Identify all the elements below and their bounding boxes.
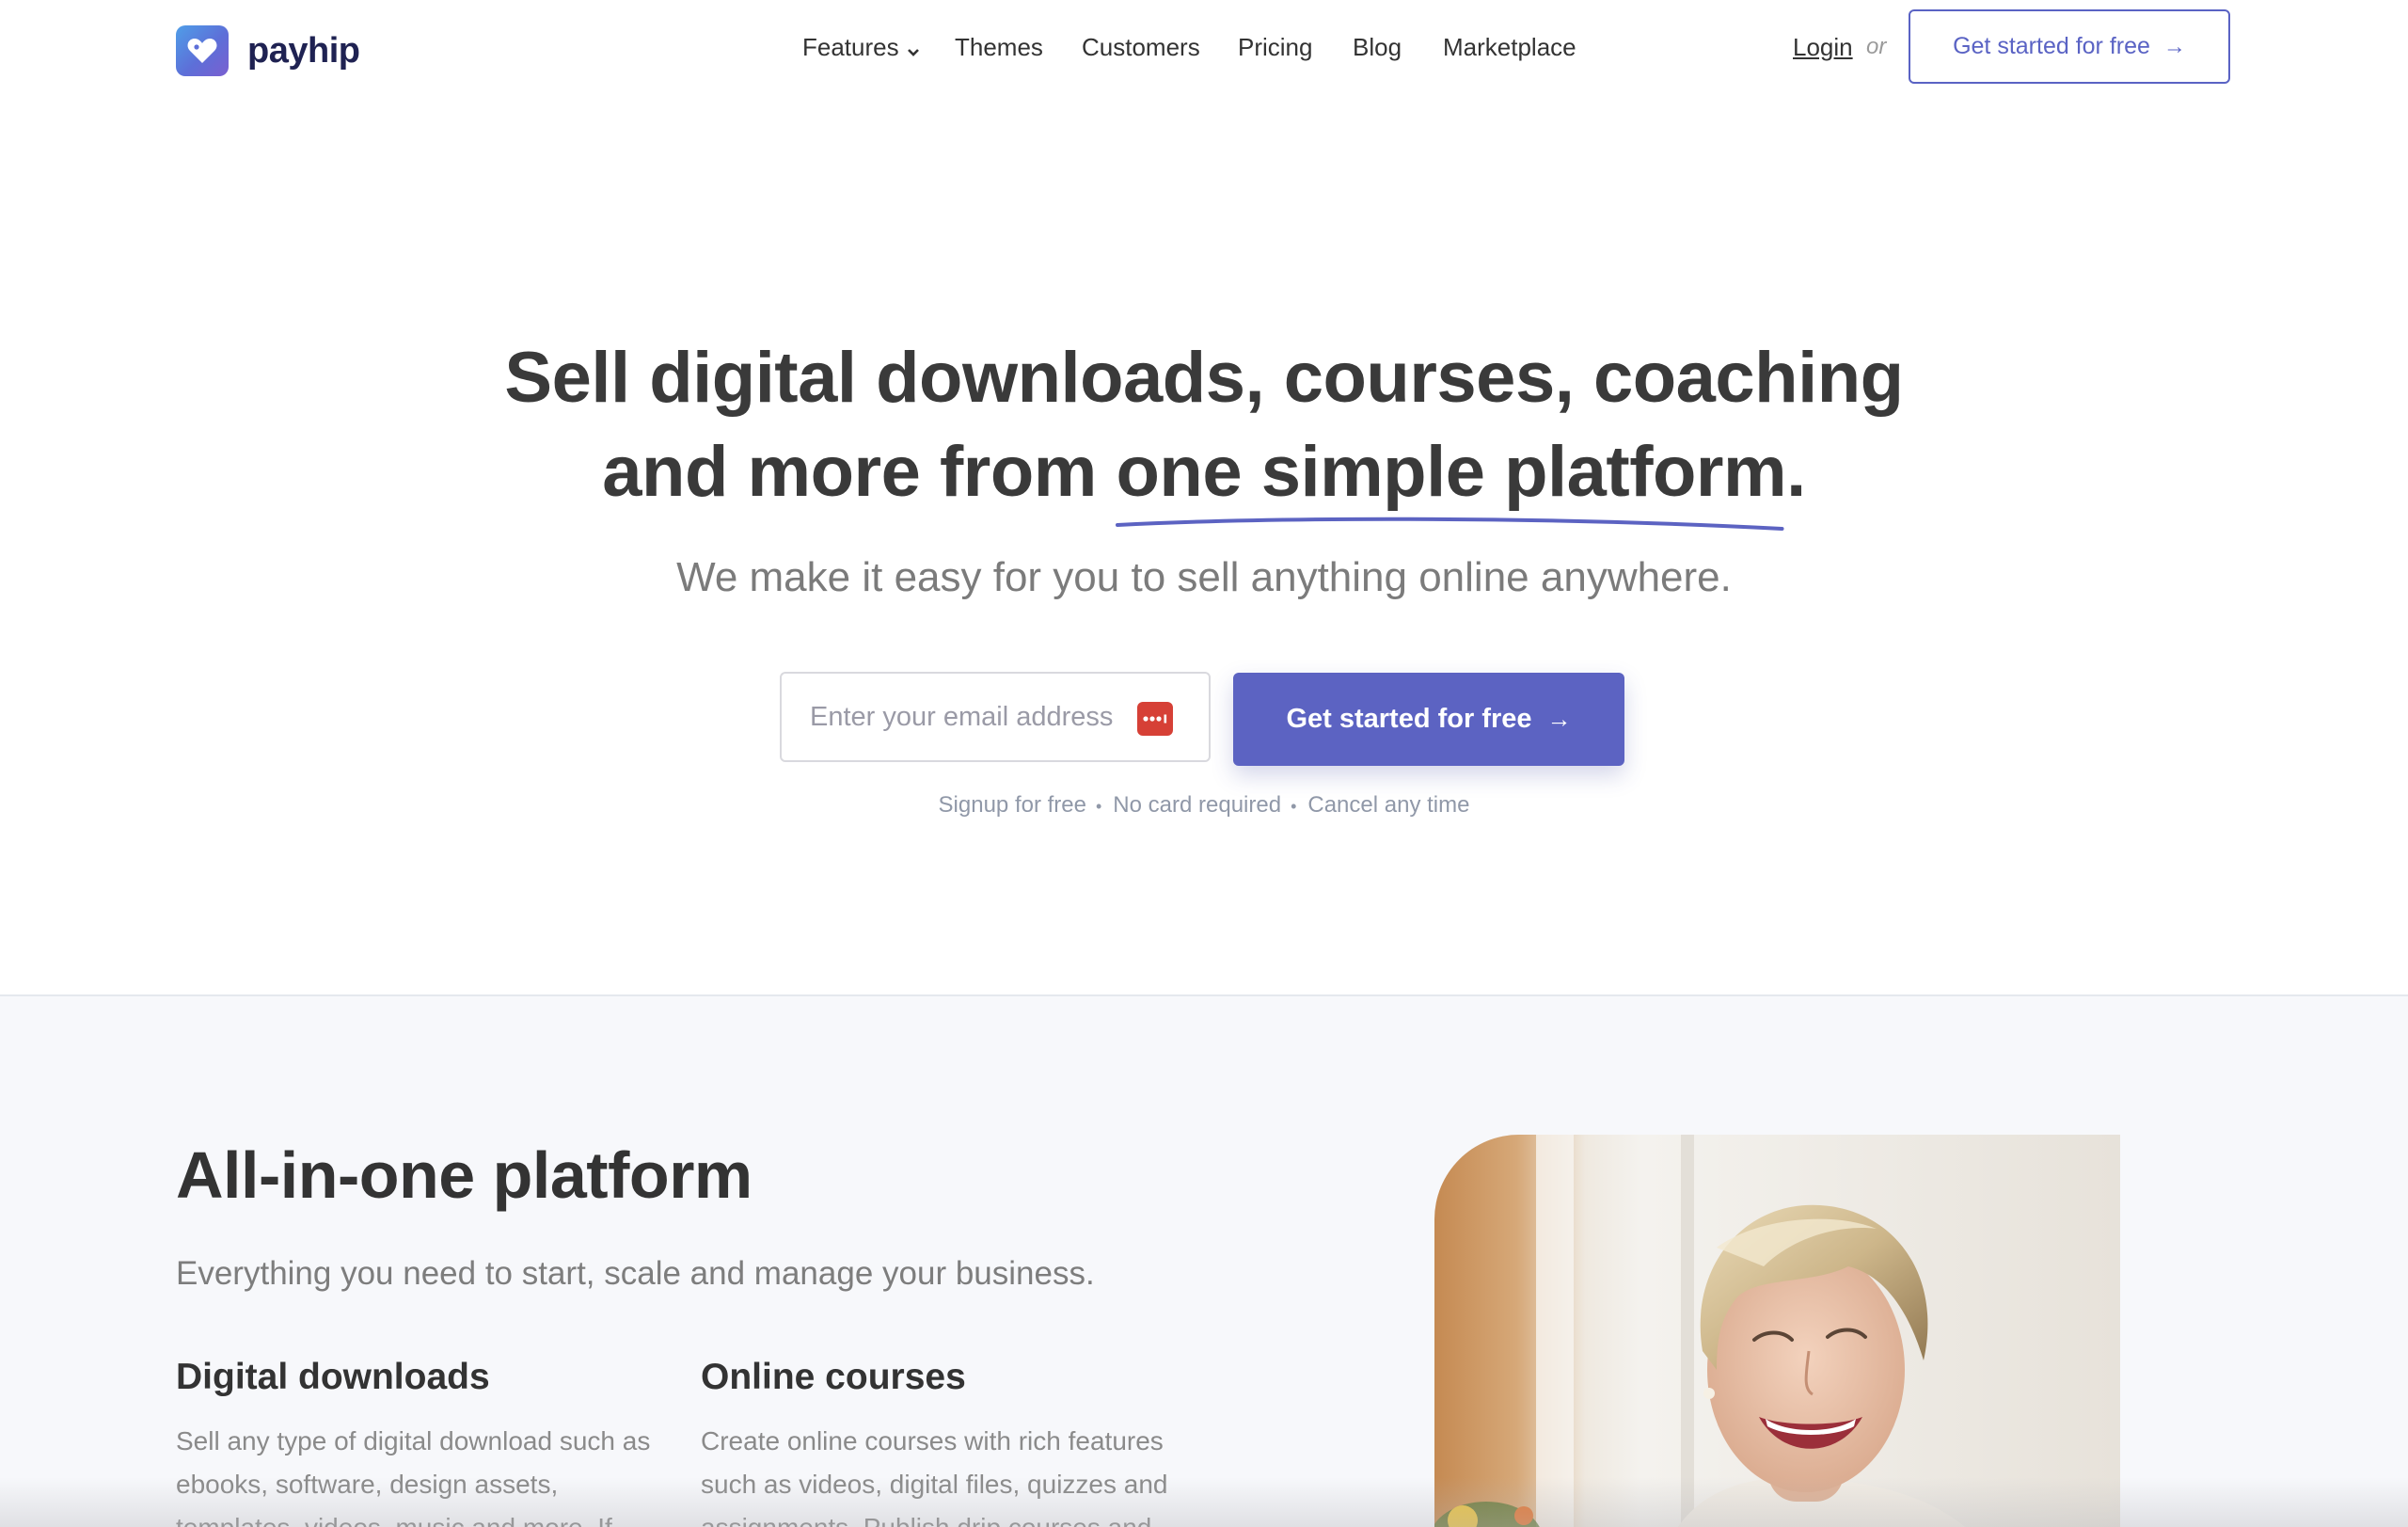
all-in-one-section: All-in-one platform Everything you need …	[0, 994, 2408, 1527]
nav-item-blog[interactable]: Blog	[1353, 31, 1402, 63]
section-title: All-in-one platform	[176, 1138, 752, 1212]
hero-title-suffix: .	[1786, 432, 1806, 512]
chevron-down-icon	[907, 33, 920, 65]
feature-description: Create online courses with rich features…	[701, 1426, 1168, 1527]
login-link[interactable]: Login	[1793, 31, 1853, 63]
benefit-free-signup: Signup for free	[938, 792, 1086, 818]
password-manager-icon[interactable]	[1137, 702, 1173, 736]
email-field-container	[780, 672, 1211, 762]
arrow-right-icon: →	[1546, 705, 1572, 733]
section-subtitle: Everything you need to start, scale and …	[176, 1255, 1095, 1292]
benefit-no-card: No card required	[1113, 792, 1282, 818]
hero-cta-label: Get started for free	[1286, 704, 1532, 734]
nav-item-label: Features	[802, 33, 899, 61]
nav-item-features[interactable]: Features	[802, 31, 920, 65]
signup-benefits: Signup for free • No card required • Cancel …	[0, 790, 2408, 821]
bullet-separator: •	[1095, 796, 1102, 816]
smiling-woman-photo	[1434, 1135, 2120, 1527]
header-get-started-button[interactable]: Get started for free →	[1909, 9, 2230, 84]
underline-swoosh	[1116, 517, 1784, 531]
nav-item-pricing[interactable]: Pricing	[1238, 31, 1312, 63]
hero-title: Sell digital downloads, courses, coachin…	[0, 331, 2408, 531]
hero-subtitle: We make it easy for you to sell anything…	[676, 554, 1732, 600]
hero-title-highlight-text: one simple platform	[1116, 432, 1787, 512]
bullet-separator: •	[1291, 796, 1297, 816]
site-header: payhip Features Themes Customers Pricing…	[0, 0, 2408, 94]
hero-get-started-button[interactable]: Get started for free →	[1233, 673, 1624, 766]
header-cta-label: Get started for free	[1953, 33, 2150, 59]
hero-title-highlight: one simple platform	[1116, 425, 1787, 531]
hero-title-prefix: and more from	[602, 432, 1117, 512]
feature-digital-downloads: Digital downloads Sell any type of digit…	[176, 1354, 665, 1527]
feature-description: Sell any type of digital download such a…	[176, 1426, 651, 1527]
nav-item-marketplace[interactable]: Marketplace	[1443, 31, 1576, 63]
arrow-right-icon: →	[2162, 33, 2186, 59]
feature-online-courses: Online courses Create online courses wit…	[701, 1354, 1190, 1527]
hero-title-line-1: Sell digital downloads, courses, coachin…	[504, 338, 1904, 418]
nav-item-customers[interactable]: Customers	[1082, 31, 1200, 63]
hero-title-line-2: and more from one simple platform.	[0, 425, 2408, 531]
feature-title: Digital downloads	[176, 1357, 490, 1397]
nav-item-themes[interactable]: Themes	[955, 31, 1043, 63]
feature-title: Online courses	[701, 1357, 966, 1397]
or-separator: or	[1866, 34, 1887, 59]
benefit-cancel-anytime: Cancel any time	[1307, 792, 1470, 818]
